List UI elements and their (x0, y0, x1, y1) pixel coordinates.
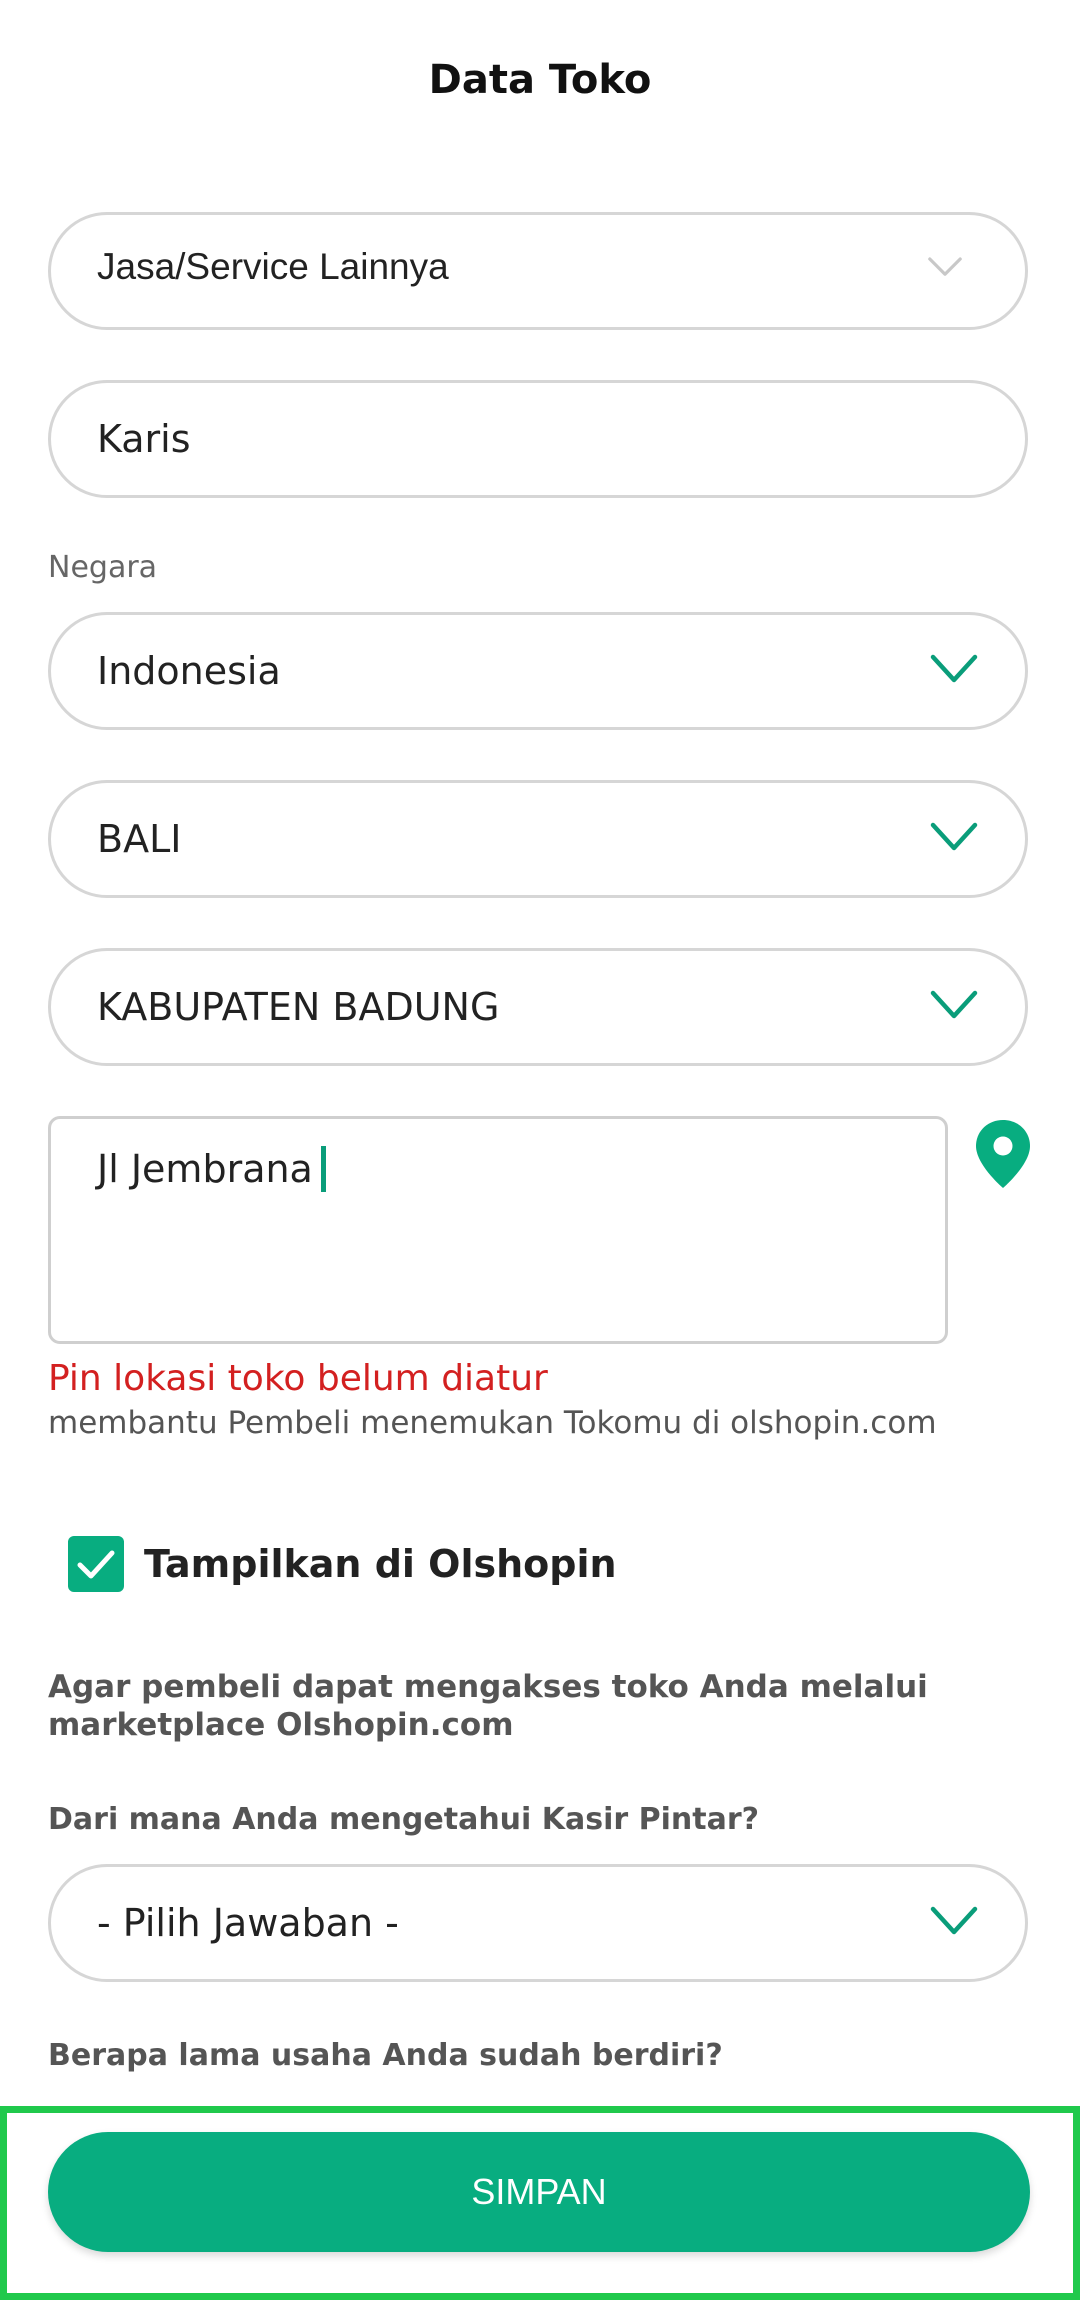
page-title: Data Toko (428, 57, 652, 103)
checkmark-icon (77, 1550, 115, 1579)
chevron-down-icon (928, 257, 962, 276)
olshopin-checkbox[interactable] (68, 1536, 124, 1592)
duration-question-label: Berapa lama usaha Anda sudah berdiri? (48, 2038, 723, 2073)
country-value: Indonesia (97, 649, 281, 693)
address-textarea[interactable]: Jl Jembrana (48, 1116, 948, 1344)
source-question-value: - Pilih Jawaban - (97, 1901, 399, 1945)
city-select[interactable]: KABUPATEN BADUNG (48, 948, 1028, 1066)
province-select[interactable]: BALI (48, 780, 1028, 898)
map-pin-icon[interactable] (974, 1118, 1032, 1190)
province-value: BALI (97, 817, 182, 861)
store-name-value: Karis (97, 417, 191, 461)
city-value: KABUPATEN BADUNG (97, 985, 500, 1029)
address-value: Jl Jembrana (97, 1143, 326, 1195)
chevron-down-icon (930, 822, 978, 851)
save-button[interactable]: SIMPAN (48, 2132, 1030, 2252)
store-name-input[interactable]: Karis (48, 380, 1028, 498)
location-pin-help: membantu Pembeli menemukan Tokomu di ols… (48, 1405, 937, 1441)
chevron-down-icon (930, 1906, 978, 1935)
category-value: Jasa/Service Lainnya (97, 246, 449, 287)
category-select[interactable]: Jasa/Service Lainnya (48, 212, 1028, 330)
olshopin-description: Agar pembeli dapat mengakses toko Anda m… (48, 1669, 928, 1743)
chevron-down-icon (930, 654, 978, 683)
text-caret (320, 1145, 326, 1192)
location-pin-error: Pin lokasi toko belum diatur (48, 1358, 548, 1399)
country-label: Negara (48, 550, 158, 585)
country-select[interactable]: Indonesia (48, 612, 1028, 730)
olshopin-checkbox-label[interactable]: Tampilkan di Olshopin (144, 1538, 617, 1590)
chevron-down-icon (930, 990, 978, 1019)
source-question-select[interactable]: - Pilih Jawaban - (48, 1864, 1028, 1982)
source-question-label: Dari mana Anda mengetahui Kasir Pintar? (48, 1802, 760, 1837)
